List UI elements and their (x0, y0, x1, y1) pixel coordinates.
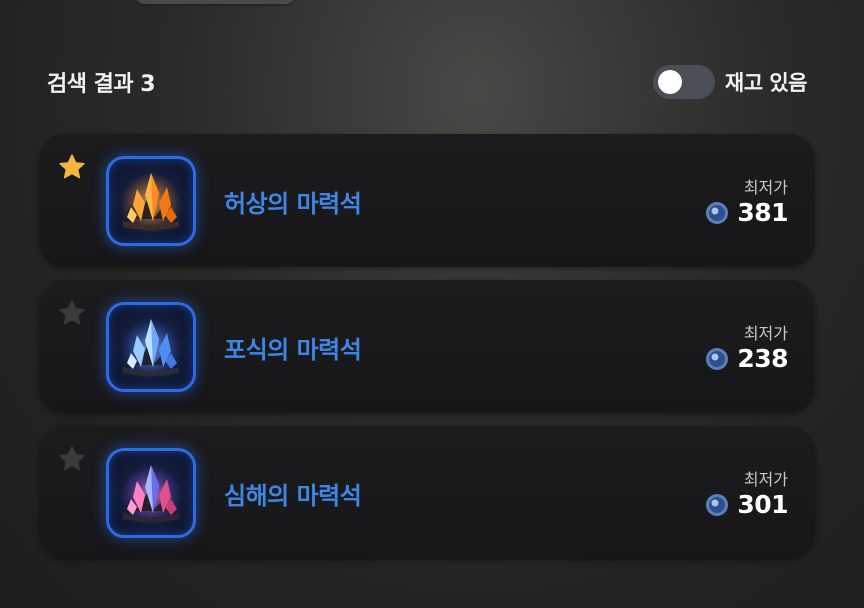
blue-crystal-icon (106, 302, 196, 392)
top-search-bar-edge[interactable] (135, 0, 295, 4)
item-name[interactable]: 심해의 마력석 (224, 476, 362, 511)
favorite-star-icon[interactable] (57, 152, 87, 182)
results-count-label: 검색 결과 3 (47, 72, 156, 97)
search-results-list: 허상의 마력석 최저가 381 포식의 마력석 최저가 238 심해의 마력석 … (39, 134, 815, 572)
lowest-price-label: 최저가 (743, 178, 788, 197)
in-stock-toggle-label: 재고 있음 (724, 71, 808, 95)
coin-icon (706, 493, 729, 516)
coin-icon (706, 201, 729, 224)
favorite-star-icon[interactable] (57, 444, 87, 474)
price-value: 381 (737, 198, 788, 227)
in-stock-toggle[interactable] (652, 65, 715, 99)
lowest-price-label: 최저가 (743, 324, 788, 343)
list-item[interactable]: 심해의 마력석 최저가 301 (39, 426, 815, 559)
list-item[interactable]: 포식의 마력석 최저가 238 (39, 280, 815, 413)
in-stock-filter[interactable]: 재고 있음 (652, 64, 808, 100)
coin-icon (706, 347, 729, 370)
price-value: 301 (737, 490, 788, 519)
price-value: 238 (737, 344, 788, 373)
list-item[interactable]: 허상의 마력석 최저가 381 (39, 134, 815, 267)
orange-crystal-icon (106, 156, 196, 246)
item-name[interactable]: 포식의 마력석 (224, 330, 362, 365)
price-row: 381 (705, 198, 788, 227)
price-row: 301 (705, 490, 788, 519)
item-name[interactable]: 허상의 마력석 (224, 184, 362, 219)
results-header: 검색 결과 3 재고 있음 (47, 62, 808, 102)
toggle-knob (657, 70, 682, 94)
lowest-price-label: 최저가 (743, 470, 788, 489)
pink-crystal-icon (106, 448, 196, 538)
price-row: 238 (705, 344, 788, 373)
favorite-star-icon[interactable] (57, 298, 87, 328)
